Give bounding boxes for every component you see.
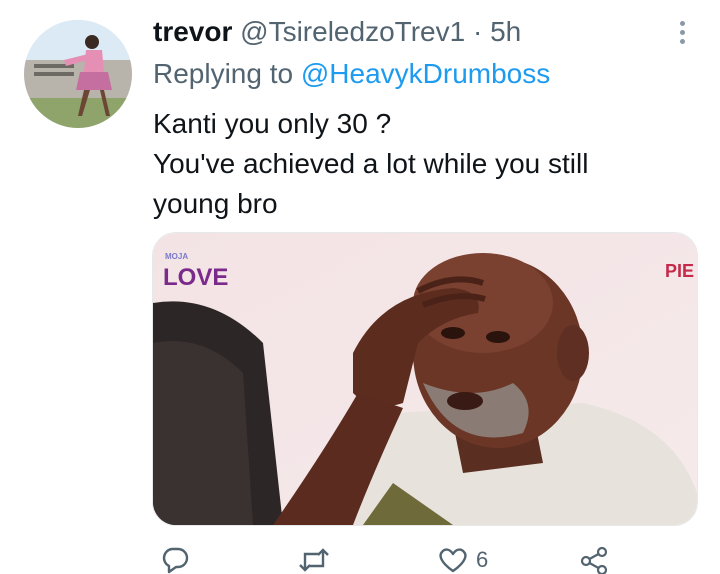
share-icon bbox=[580, 546, 608, 574]
heart-icon bbox=[439, 548, 467, 573]
media-logo-big: LOVE bbox=[163, 264, 228, 291]
replying-to-line: Replying to @HeavykDrumboss bbox=[153, 56, 550, 92]
author-handle[interactable]: @TsireledzoTrev1 bbox=[240, 16, 465, 47]
retweet-button[interactable] bbox=[297, 546, 331, 574]
author-avatar[interactable] bbox=[24, 20, 132, 128]
replied-user-link[interactable]: @HeavykDrumboss bbox=[301, 58, 550, 89]
tweet-text: Kanti you only 30 ? You've achieved a lo… bbox=[153, 104, 673, 224]
share-button[interactable] bbox=[578, 546, 610, 574]
like-count: 6 bbox=[476, 547, 489, 572]
author-name[interactable]: trevor bbox=[153, 16, 232, 47]
tweet-timestamp[interactable]: 5h bbox=[490, 16, 521, 47]
tweet-actions: 6 bbox=[152, 540, 652, 574]
reply-button[interactable] bbox=[160, 546, 190, 574]
meta-separator: · bbox=[472, 16, 483, 47]
more-vertical-icon[interactable] bbox=[672, 14, 692, 50]
tweet-text-line: young bro bbox=[153, 188, 278, 219]
avatar-image bbox=[24, 20, 132, 128]
tweet-text-line: You've achieved a lot while you still bbox=[153, 148, 589, 179]
retweet-icon bbox=[299, 548, 329, 572]
like-button[interactable]: 6 bbox=[438, 546, 488, 574]
media-corner-text: PIE bbox=[665, 261, 694, 281]
tweet-text-line: Kanti you only 30 ? bbox=[153, 108, 392, 139]
tweet-media-image[interactable]: MOJA LOVE PIE bbox=[152, 232, 698, 526]
reply-icon bbox=[162, 547, 189, 574]
replying-prefix: Replying to bbox=[153, 58, 301, 89]
media-logo-small: MOJA bbox=[165, 252, 188, 261]
tweet-header: trevor @TsireledzoTrev1 · 5h bbox=[153, 14, 521, 50]
